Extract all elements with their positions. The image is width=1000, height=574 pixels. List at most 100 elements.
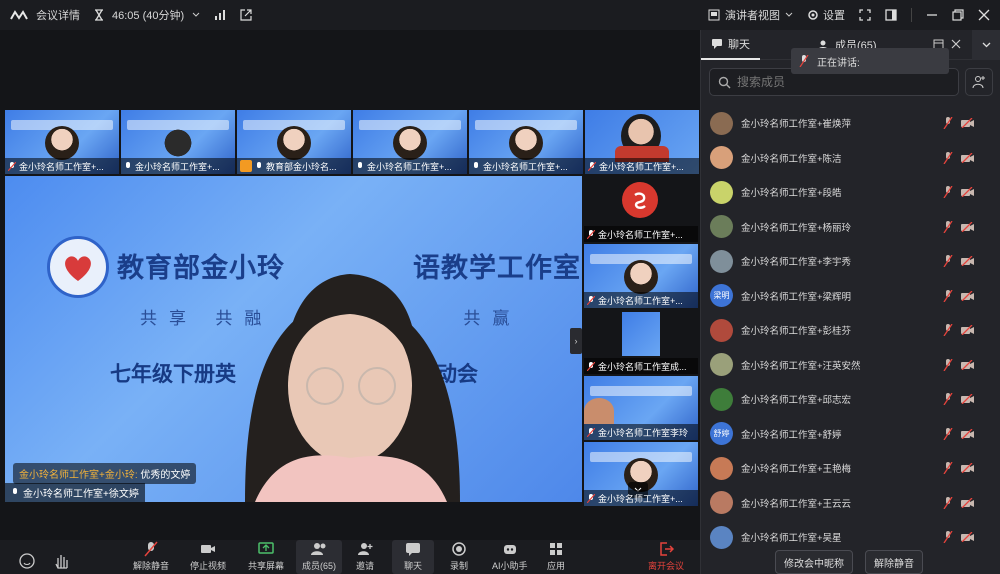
tab-chat[interactable]: 聊天 [701,30,760,60]
mic-muted-icon[interactable] [943,531,953,543]
camera-off-icon[interactable] [961,532,974,542]
mic-muted-icon[interactable] [943,289,953,302]
member-name: 金小玲名师工作室+王艳梅 [741,464,852,476]
video-tile[interactable]: 金小玲名师工作室+... [585,110,699,174]
unmute-button[interactable]: 解除静音 [133,540,169,574]
leave-meeting-button[interactable]: 离开会议 [648,540,684,574]
camera-off-icon[interactable] [961,359,974,370]
member-row[interactable]: 金小玲名师工作室+邱志宏 [701,382,1000,417]
member-row[interactable]: 金小玲名师工作室+李宇秀 [701,244,1000,279]
record-button[interactable]: 录制 [450,540,468,574]
settings-button[interactable]: 设置 [807,7,845,23]
chat-button[interactable]: 聊天 [392,540,434,574]
meeting-details-link[interactable]: 会议详情 [36,7,80,23]
record-icon [452,542,466,556]
minimize-icon[interactable] [926,9,938,21]
member-row[interactable]: 金小玲名师工作室+陈洁 [701,141,1000,176]
mic-muted-icon[interactable] [943,496,953,509]
collapse-panel-button[interactable] [972,30,1000,60]
camera-off-icon[interactable] [961,256,974,266]
video-tile[interactable]: 教育部金小玲名... [237,110,351,174]
tile-name: 金小玲名师工作室+... [353,158,467,174]
camera-off-icon[interactable] [961,497,974,508]
video-tile[interactable]: 金小玲名师工作室+... [469,110,583,174]
mic-muted-icon[interactable] [943,186,953,198]
camera-off-icon[interactable] [961,118,974,128]
search-input[interactable] [737,75,937,89]
share-link-icon[interactable] [240,9,252,21]
camera-off-icon[interactable] [961,394,974,404]
avatar [710,318,733,342]
video-tile[interactable]: 金小玲名师工作室+... [5,110,119,174]
fullscreen-icon[interactable] [859,9,871,21]
mic-muted-icon[interactable] [943,427,953,440]
mic-muted-icon[interactable] [943,220,953,233]
sidebar-toggle-icon[interactable] [885,9,897,21]
apps-button[interactable]: 应用 [547,540,565,574]
tile-name-label: 金小玲名师工作室+... [598,229,683,240]
speaker-view-button[interactable]: 演讲者视图 [708,7,793,23]
invite-button[interactable]: 邀请 [356,540,374,574]
raise-hand-button[interactable] [52,540,70,574]
mic-icon [358,161,362,168]
member-row[interactable]: 金小玲名师工作室+崔焕萍 [701,106,1000,141]
avatar [710,111,733,135]
camera-off-icon[interactable] [961,290,974,301]
members-button[interactable]: 成员(65) [296,540,342,574]
exit-icon [660,542,674,556]
mic-muted-icon[interactable] [943,255,953,267]
member-row[interactable]: 金小玲名师工作室+汪英安然 [701,348,1000,383]
video-tile[interactable]: 金小玲名师工作室+... [584,442,698,506]
chevron-down-icon[interactable] [192,12,200,18]
participant-video [622,312,660,356]
invite-member-button[interactable] [965,68,993,96]
restore-icon[interactable] [952,9,964,21]
share-screen-label: 共享屏幕 [248,561,285,571]
camera-off-icon[interactable] [961,187,974,197]
member-row[interactable]: 金小玲名师工作室+王云云 [701,486,1000,521]
meeting-timer[interactable]: 46:05 (40分钟) [112,7,184,23]
video-strip: 金小玲名师工作室+... 金小玲名师工作室+... 教育部金小玲名... 金小玲… [5,110,699,174]
member-row[interactable]: 金小玲名师工作室+彭桂芬 [701,313,1000,348]
camera-off-icon[interactable] [961,152,974,163]
camera-off-icon[interactable] [961,221,974,232]
main-speaker-video[interactable]: 教育部金小玲 语教学工作室 共享 共融 共赢 七年级下册英 动会 金小玲名师工作室+金… [5,176,582,502]
video-tile[interactable]: 金小玲名师工作室+... [584,178,698,242]
close-icon[interactable] [978,9,990,21]
member-row[interactable]: 金小玲名师工作室+杨丽玲 [701,210,1000,245]
tile-name-label: 金小玲名师工作室+... [367,161,452,172]
member-row[interactable]: 舒婷 金小玲名师工作室+舒婷 [701,417,1000,452]
video-tile[interactable]: 金小玲名师工作室+... [353,110,467,174]
stop-video-button[interactable]: 停止视频 [190,540,226,574]
mic-muted-icon[interactable] [943,462,953,474]
camera-off-icon[interactable] [961,325,974,335]
unmute-all-button[interactable]: 解除静音 [865,550,923,574]
member-name: 金小玲名师工作室+汪英安然 [741,360,861,372]
member-row[interactable]: 梁明 金小玲名师工作室+梁辉明 [701,279,1000,314]
ai-assistant-button[interactable]: AI小助手 [492,540,528,574]
tile-name-label: 金小玲名师工作室+... [598,295,683,306]
emoji-button[interactable] [18,540,36,574]
expand-gallery-button[interactable]: › [570,328,582,354]
mic-muted-icon[interactable] [943,358,953,371]
video-tile[interactable]: 金小玲名师工作室成... [584,310,698,374]
speaker-name: 金小玲名师工作室+徐文婷 [23,489,139,500]
share-screen-button[interactable]: 共享屏幕 [248,540,284,574]
member-row[interactable]: 金小玲名师工作室+段皓 [701,175,1000,210]
mic-muted-icon [588,161,596,171]
member-row[interactable]: 金小玲名师工作室+王艳梅 [701,451,1000,486]
mic-muted-icon[interactable] [943,117,953,129]
camera-off-icon[interactable] [961,463,974,473]
tile-name-label: 金小玲名师工作室+... [19,161,104,172]
participant-video [277,126,311,160]
video-tile[interactable]: 金小玲名师工作室李玲 [584,376,698,440]
close-icon[interactable] [951,39,961,49]
video-tile[interactable]: 金小玲名师工作室+... [584,244,698,308]
signal-icon[interactable] [214,10,226,20]
rename-button[interactable]: 修改会中昵称 [775,550,853,574]
video-tile[interactable]: 金小玲名师工作室+... [121,110,235,174]
mic-muted-icon[interactable] [943,393,953,405]
camera-off-icon[interactable] [961,428,974,439]
mic-muted-icon[interactable] [943,324,953,336]
mic-muted-icon[interactable] [943,151,953,164]
